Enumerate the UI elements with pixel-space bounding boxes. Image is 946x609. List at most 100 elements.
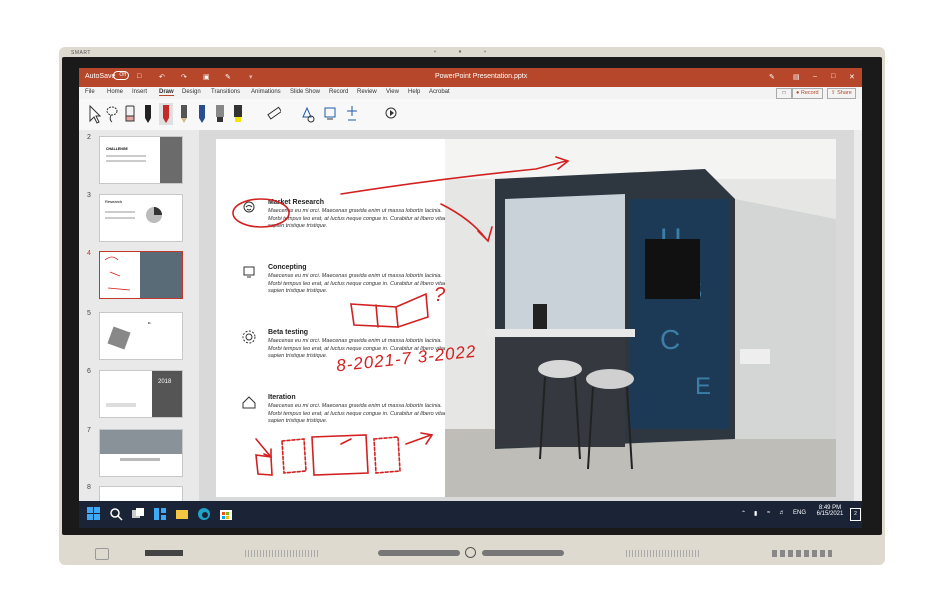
tab-transitions[interactable]: Transitions [211,89,240,95]
thumb-text-line [105,211,135,213]
highlighter-yellow-icon[interactable] [231,103,245,125]
minimize-icon[interactable]: – [813,73,817,80]
tab-home[interactable]: Home [107,89,123,95]
tab-insert[interactable]: Insert [132,89,147,95]
pen-black-icon[interactable] [141,103,155,125]
pen-icon[interactable]: ✎ [225,73,231,81]
vertical-scrollbar[interactable] [854,130,862,501]
comments-button[interactable]: □ [776,88,792,99]
slide-thumbnail-3[interactable]: Research [99,194,183,242]
control-buttons[interactable] [772,550,832,557]
thumb-dark-panel [152,371,182,417]
thumb-number: 5 [87,310,91,317]
autosave-toggle[interactable]: Off [113,71,129,80]
ports-panel [145,550,183,556]
battery-icon[interactable]: ▮ [754,510,757,517]
slide-thumbnail-6[interactable]: 2018 [99,370,183,418]
tab-file[interactable]: File [85,89,95,95]
store-icon[interactable] [219,507,233,521]
tab-draw[interactable]: Draw [159,89,174,96]
draw-pen-icon[interactable]: ✎ [769,73,775,81]
pen-red-icon[interactable] [159,103,173,125]
thumb-pie-chart [146,207,162,223]
ribbon-tabs: File Home Insert Draw Design Transitions… [79,87,862,99]
tab-help[interactable]: Help [408,89,420,95]
window-title: PowerPoint Presentation.pptx [435,73,528,80]
slide-thumbnail-pane: 2 CHALLENGE 3 Research 4 5 “ 6 2018 7 8 [79,130,199,501]
wifi-icon[interactable]: ≈ [767,510,770,516]
thumb-image [107,326,131,350]
ink-question-mark: ? [434,284,446,306]
home-button[interactable] [465,547,476,558]
record-button[interactable]: ● Record [792,88,823,99]
windows-start-icon[interactable] [87,507,101,521]
camera-icon [434,50,486,53]
slide-thumbnail-5[interactable]: “ [99,312,183,360]
share-label: Share [837,90,852,96]
slide-thumbnail-2[interactable]: CHALLENGE [99,136,183,184]
tab-design[interactable]: Design [182,89,201,95]
highlighter-gray-icon[interactable] [213,103,227,125]
redo-icon[interactable]: ↷ [181,73,187,81]
save-icon[interactable]: □ [137,73,141,80]
select-arrow-icon[interactable] [87,103,101,125]
ink-to-text-icon[interactable] [323,103,337,125]
tab-acrobat[interactable]: Acrobat [429,89,450,95]
lasso-icon[interactable] [105,103,119,125]
more-icon[interactable]: ▾ [249,73,253,81]
share-button[interactable]: ⇪ Share [827,88,856,99]
tab-animations[interactable]: Animations [251,89,281,95]
thumb-image [160,137,182,183]
slide-thumbnail-7[interactable] [99,429,183,477]
tab-view[interactable]: View [386,89,399,95]
ink-circle [232,198,290,228]
slide-edit-area: Market Research Maecenas eu mi orci. Mae… [199,130,862,501]
thumb-title: Research [105,199,123,204]
thumb-number: 2 [87,134,91,141]
edge-icon[interactable] [197,507,211,521]
chevron-up-icon[interactable]: ⌃ [741,510,746,517]
thumb-text-line [120,458,160,461]
slide-thumbnail-8[interactable] [99,486,183,501]
ink-replay-icon[interactable] [384,103,398,125]
widgets-icon[interactable] [153,507,167,521]
thumb-button [106,403,136,407]
tab-record[interactable]: Record [329,89,348,95]
file-explorer-icon[interactable] [175,507,189,521]
power-button[interactable] [95,548,109,560]
ink-annotations [232,156,570,476]
draw-ribbon [79,99,862,131]
pen-blue-icon[interactable] [195,103,209,125]
thumb-text-line [106,160,146,162]
volume-icon[interactable]: ♬ [779,510,785,516]
language-indicator[interactable]: ENG [793,510,806,516]
current-slide[interactable]: Market Research Maecenas eu mi orci. Mae… [216,139,836,497]
search-icon[interactable] [109,507,123,521]
present-icon[interactable]: ▣ [203,73,210,81]
ink-box-dashed-1 [281,438,307,474]
pencil-icon[interactable] [177,103,191,125]
ink-to-shape-icon[interactable] [301,103,315,125]
thumb-text-line [106,155,146,157]
thumb-number: 8 [87,484,91,491]
slide-thumbnail-4-selected[interactable] [99,251,183,299]
maximize-icon[interactable]: □ [831,73,835,80]
tab-review[interactable]: Review [357,89,377,95]
task-view-icon[interactable] [131,507,145,521]
ink-box-large [311,434,369,476]
notification-badge[interactable]: 2 [850,508,861,521]
thumb-number: 4 [87,250,91,257]
close-icon[interactable]: ✕ [849,73,855,81]
speaker-grille-right [626,550,701,557]
pen-right[interactable] [482,550,564,556]
clock[interactable]: 8:49 PM 6/15/2021 [813,505,847,517]
thumb-ink [104,256,131,291]
pen-left[interactable] [378,550,460,556]
ruler-icon[interactable] [267,103,281,125]
tab-slide-show[interactable]: Slide Show [290,89,320,95]
ink-to-math-icon[interactable] [345,103,359,125]
thumb-number: 3 [87,192,91,199]
undo-icon[interactable]: ↶ [159,73,165,81]
eraser-icon[interactable] [123,103,137,125]
ribbon-display-icon[interactable]: ▤ [793,73,800,81]
